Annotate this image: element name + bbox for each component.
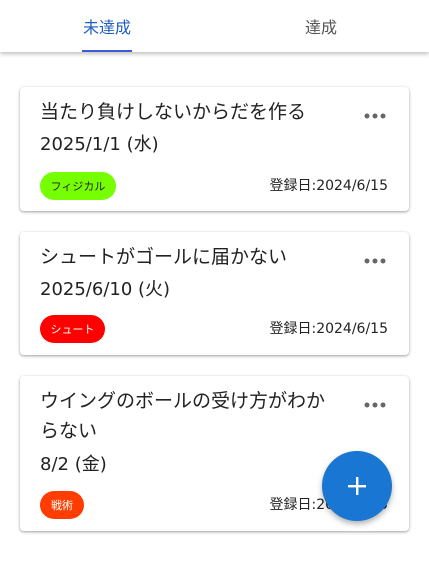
goal-date: 2025/1/1 (水) xyxy=(40,134,159,155)
goal-card[interactable]: 当たり負けしないからだを作る 2025/1/1 (水) フィジカル 登録日:20… xyxy=(20,87,409,211)
tab-indicator xyxy=(82,50,132,52)
more-horiz-icon[interactable] xyxy=(363,249,387,273)
add-goal-button[interactable] xyxy=(322,451,392,521)
registered-date: 登録日:2024/6/15 xyxy=(269,178,388,194)
more-horiz-icon[interactable] xyxy=(363,393,387,417)
goal-date: 2025/6/10 (火) xyxy=(40,279,171,300)
goal-title: ウイングのボールの受け方がわからない xyxy=(40,390,326,442)
plus-icon xyxy=(348,477,366,495)
goal-title: 当たり負けしないからだを作る xyxy=(40,101,307,123)
goal-card[interactable]: シュートがゴールに届かない 2025/6/10 (火) シュート 登録日:202… xyxy=(20,232,409,355)
goal-date: 8/2 (金) xyxy=(40,454,107,475)
tab-incomplete[interactable]: 未達成 xyxy=(0,0,214,52)
registered-date: 登録日:2024/6/15 xyxy=(269,321,388,337)
goal-title: シュートがゴールに届かない xyxy=(40,246,288,268)
tab-label: 未達成 xyxy=(82,18,131,37)
tag-badge: 戦術 xyxy=(40,491,84,519)
tab-complete[interactable]: 達成 xyxy=(214,0,428,52)
more-horiz-icon[interactable] xyxy=(363,104,387,128)
tab-bar: 未達成 達成 xyxy=(0,0,429,52)
tag-badge: フィジカル xyxy=(40,172,116,200)
tag-badge: シュート xyxy=(40,315,105,343)
tab-label: 達成 xyxy=(304,18,337,37)
